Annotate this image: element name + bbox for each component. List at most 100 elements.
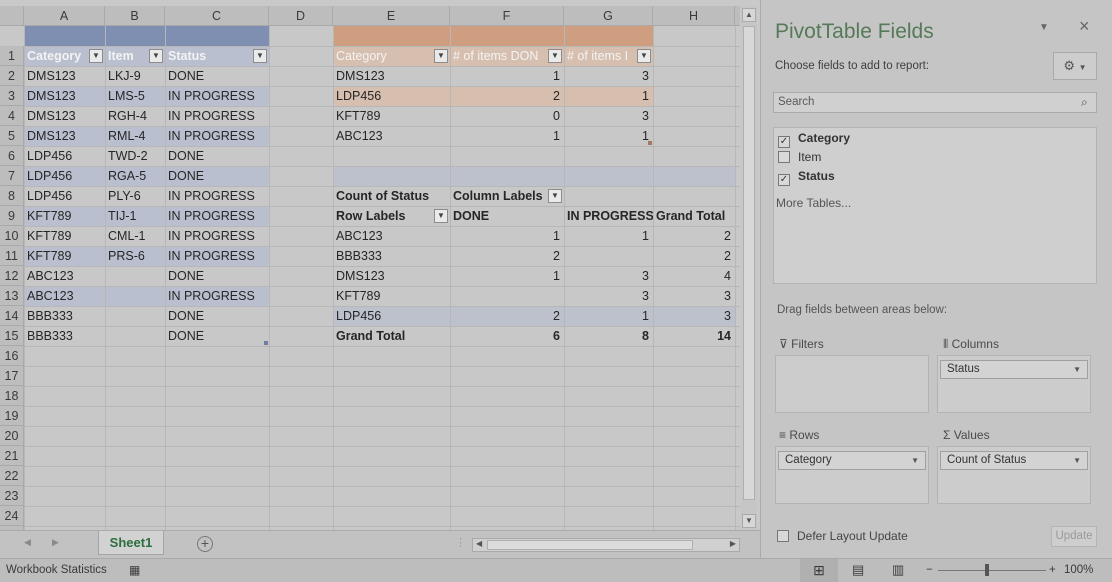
table-cell[interactable]: ABC123 <box>24 266 105 286</box>
table-cell[interactable] <box>105 266 165 286</box>
summary-cell[interactable]: 1 <box>564 86 653 106</box>
zoom-in-icon[interactable]: + <box>1049 559 1056 581</box>
row-header[interactable]: 3 <box>0 86 24 106</box>
table-cell[interactable]: BBB333 <box>24 306 105 326</box>
filter-dropdown-icon[interactable]: ▼ <box>149 49 163 63</box>
pivot-cell[interactable]: 1 <box>564 306 653 326</box>
pivot-grand-total[interactable]: 14 <box>653 326 735 346</box>
table-cell[interactable]: LMS-5 <box>105 86 165 106</box>
scroll-thumb[interactable] <box>743 26 755 500</box>
row-header[interactable]: 2 <box>0 66 24 86</box>
normal-view-icon[interactable]: ⊞ <box>800 559 838 582</box>
prev-sheet-icon[interactable]: ◀ <box>24 537 31 548</box>
row-header[interactable]: 5 <box>0 126 24 146</box>
zoom-slider-handle[interactable] <box>985 564 989 576</box>
checkbox-icon[interactable] <box>778 151 790 163</box>
table-cell[interactable]: DONE <box>165 306 269 326</box>
table-cell[interactable] <box>105 286 165 306</box>
row-header[interactable]: 6 <box>0 146 24 166</box>
split-handle-icon[interactable]: ⋮ <box>455 536 466 549</box>
row-header[interactable]: 15 <box>0 326 24 346</box>
summary-header-cell[interactable]: # of items DON <box>450 46 564 66</box>
pivot-col-header[interactable]: DONE <box>450 206 564 226</box>
table-cell[interactable]: DONE <box>165 326 269 346</box>
hscroll-thumb[interactable] <box>487 540 693 550</box>
column-header[interactable]: G <box>564 6 653 26</box>
pivot-cell[interactable] <box>450 286 564 306</box>
pane-options-icon[interactable]: ▼ <box>1039 22 1049 33</box>
table-cell[interactable]: TWD-2 <box>105 146 165 166</box>
row-header[interactable]: 20 <box>0 426 24 446</box>
table-cell[interactable]: DMS123 <box>24 66 105 86</box>
pivot-cell[interactable]: ABC123 <box>333 226 450 246</box>
values-drop-area[interactable]: Count of Status ▼ <box>937 446 1091 504</box>
table-cell[interactable]: RGA-5 <box>105 166 165 186</box>
table-cell[interactable]: ABC123 <box>24 286 105 306</box>
table-cell[interactable]: IN PROGRESS <box>165 226 269 246</box>
row-header[interactable]: 4 <box>0 106 24 126</box>
table-cell[interactable]: CML-1 <box>105 226 165 246</box>
rows-field-pill[interactable]: Category ▼ <box>778 451 926 470</box>
pivot-cell[interactable]: 2 <box>450 246 564 266</box>
row-header[interactable]: 11 <box>0 246 24 266</box>
scroll-up-icon[interactable]: ▲ <box>742 8 756 22</box>
pivot-cell[interactable]: 3 <box>564 266 653 286</box>
columns-drop-area[interactable]: Status ▼ <box>937 355 1091 413</box>
pivot-cell[interactable]: 4 <box>653 266 735 286</box>
pivot-values-label[interactable]: Count of Status <box>333 186 450 206</box>
summary-cell[interactable]: ABC123 <box>333 126 450 146</box>
pivot-cell[interactable]: 3 <box>653 306 735 326</box>
zoom-slider[interactable] <box>938 570 1046 571</box>
row-header[interactable]: 13 <box>0 286 24 306</box>
pivot-cell[interactable]: DMS123 <box>333 266 450 286</box>
summary-resize-handle[interactable] <box>648 141 652 145</box>
summary-cell[interactable]: 2 <box>450 86 564 106</box>
field-status[interactable]: ✓ Status <box>778 167 835 186</box>
column-header[interactable]: F <box>450 6 564 26</box>
row-header[interactable]: 12 <box>0 266 24 286</box>
pivot-cell[interactable]: 2 <box>450 306 564 326</box>
table-cell[interactable]: IN PROGRESS <box>165 106 269 126</box>
table-cell[interactable]: IN PROGRESS <box>165 246 269 266</box>
filter-dropdown-icon[interactable]: ▼ <box>637 49 651 63</box>
sheet-tab[interactable]: Sheet1 <box>98 531 164 555</box>
pivot-cell[interactable]: 3 <box>653 286 735 306</box>
defer-layout-checkbox[interactable]: Defer Layout Update <box>777 529 908 543</box>
row-header[interactable]: 18 <box>0 386 24 406</box>
pivot-grand-total[interactable]: 6 <box>450 326 564 346</box>
filter-dropdown-icon[interactable]: ▼ <box>89 49 103 63</box>
pivot-cell[interactable]: 2 <box>653 226 735 246</box>
values-field-pill[interactable]: Count of Status ▼ <box>940 451 1088 470</box>
row-header[interactable]: 24 <box>0 506 24 526</box>
column-header[interactable]: C <box>165 6 269 26</box>
pivot-cell[interactable]: 1 <box>564 226 653 246</box>
table-cell[interactable]: DONE <box>165 266 269 286</box>
row-header[interactable]: 8 <box>0 186 24 206</box>
table-cell[interactable]: RML-4 <box>105 126 165 146</box>
chevron-down-icon[interactable]: ▼ <box>911 452 919 469</box>
table-cell[interactable]: DMS123 <box>24 86 105 106</box>
row-header[interactable]: 23 <box>0 486 24 506</box>
pivot-column-labels[interactable]: Column Labels <box>450 186 564 206</box>
table-cell[interactable]: LKJ-9 <box>105 66 165 86</box>
table-cell[interactable]: DONE <box>165 66 269 86</box>
checkbox-icon[interactable] <box>777 530 789 542</box>
table-cell[interactable]: PLY-6 <box>105 186 165 206</box>
table-cell[interactable]: BBB333 <box>24 326 105 346</box>
update-button[interactable]: Update <box>1051 526 1097 547</box>
pivot-cell[interactable]: BBB333 <box>333 246 450 266</box>
chevron-down-icon[interactable]: ▼ <box>1073 452 1081 469</box>
summary-header-cell[interactable]: Category <box>333 46 450 66</box>
select-all-corner[interactable] <box>0 6 24 26</box>
table-cell[interactable] <box>105 306 165 326</box>
scroll-right-icon[interactable]: ▶ <box>730 539 736 548</box>
field-item[interactable]: Item <box>778 148 821 166</box>
column-header[interactable]: A <box>24 6 105 26</box>
row-header[interactable]: 21 <box>0 446 24 466</box>
spreadsheet-grid[interactable]: A B C D E F G H 1 2 3 4 5 6 7 8 9 10 11 12 13 14 15 16 17 18 19 20 2… <box>0 6 740 530</box>
summary-cell[interactable]: 1 <box>564 126 653 146</box>
column-header[interactable]: H <box>653 6 735 26</box>
checkbox-checked-icon[interactable]: ✓ <box>778 174 790 186</box>
chevron-down-icon[interactable]: ▼ <box>1073 361 1081 378</box>
pivot-cell[interactable] <box>564 246 653 266</box>
